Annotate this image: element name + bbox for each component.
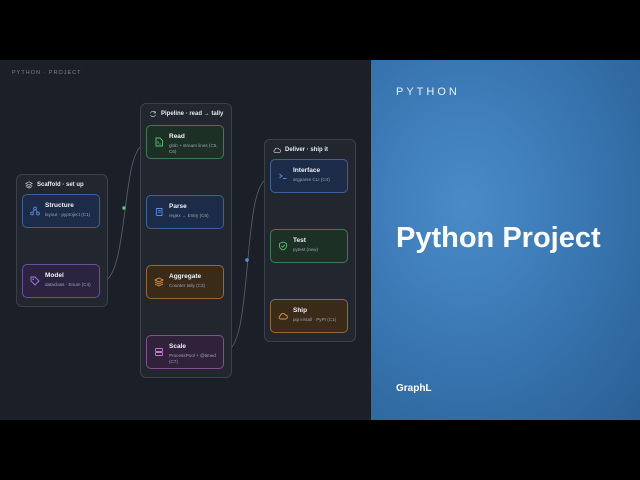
cloud-icon: [278, 313, 288, 320]
stack-icon: [25, 181, 33, 189]
shield-check-icon: [279, 241, 287, 251]
file-icon: [155, 137, 163, 147]
server-icon: [155, 348, 163, 356]
node-title: Aggregate: [169, 273, 202, 280]
group-title-scaffold: Scaffold · set up: [37, 182, 84, 188]
diagram-canvas: PYTHON · PROJECT Scaffold · set up Pipel…: [0, 60, 371, 420]
edge-dot: [245, 258, 249, 262]
node-interface[interactable]: Interface argparse CLI (C4): [270, 159, 348, 193]
node-parse[interactable]: Parse regex → Entry (C6): [146, 195, 224, 229]
scroll-icon: [155, 208, 163, 216]
node-subtitle: ProcessPool + @timed (C7): [169, 353, 216, 364]
node-scale[interactable]: Scale ProcessPool + @timed (C7): [146, 335, 224, 369]
layers-icon: [154, 277, 164, 287]
panel-kicker: PYTHON: [396, 86, 460, 98]
node-subtitle: dataclass · Enum (C4): [45, 282, 91, 287]
node-subtitle: pytest (new): [293, 247, 319, 252]
node-title: Interface: [293, 167, 321, 174]
node-subtitle: glob + stream lines (C5, C6): [169, 143, 218, 154]
node-test[interactable]: Test pytest (new): [270, 229, 348, 263]
node-subtitle: layout · pyproject (C1): [45, 212, 91, 217]
node-subtitle: pip install · PyPI (C1): [293, 317, 337, 322]
terminal-icon: [279, 173, 287, 179]
node-title: Scale: [169, 343, 186, 350]
panel-title: Python Project: [396, 222, 601, 254]
node-ship[interactable]: Ship pip install · PyPI (C1): [270, 299, 348, 333]
node-structure[interactable]: Structure layout · pyproject (C1): [22, 194, 100, 228]
node-title: Ship: [293, 307, 308, 314]
group-title-pipeline: Pipeline · read → tally: [161, 111, 224, 117]
node-title: Test: [293, 237, 306, 244]
group-title-deliver: Deliver · ship it: [285, 147, 329, 153]
node-title: Parse: [169, 203, 187, 210]
node-subtitle: argparse CLI (C4): [293, 177, 330, 182]
sitemap-icon: [30, 206, 40, 216]
refresh-icon: [150, 111, 156, 117]
brand-label: GraphL: [396, 383, 432, 394]
node-title: Read: [169, 133, 185, 140]
node-aggregate[interactable]: Aggregate Counter tally (C3): [146, 265, 224, 299]
node-subtitle: regex → Entry (C6): [169, 213, 209, 218]
cloud-icon: [273, 147, 281, 153]
title-panel: PYTHON Python Project GraphL: [371, 60, 640, 420]
edge-dot: [122, 206, 126, 210]
node-read[interactable]: Read glob + stream lines (C5, C6): [146, 125, 224, 159]
node-title: Model: [45, 272, 64, 279]
node-model[interactable]: Model dataclass · Enum (C4): [22, 264, 100, 298]
slide: PYTHON · PROJECT Scaffold · set up Pipel…: [0, 60, 640, 420]
tag-icon: [30, 276, 40, 286]
node-subtitle: Counter tally (C3): [169, 283, 205, 288]
node-title: Structure: [45, 202, 74, 209]
